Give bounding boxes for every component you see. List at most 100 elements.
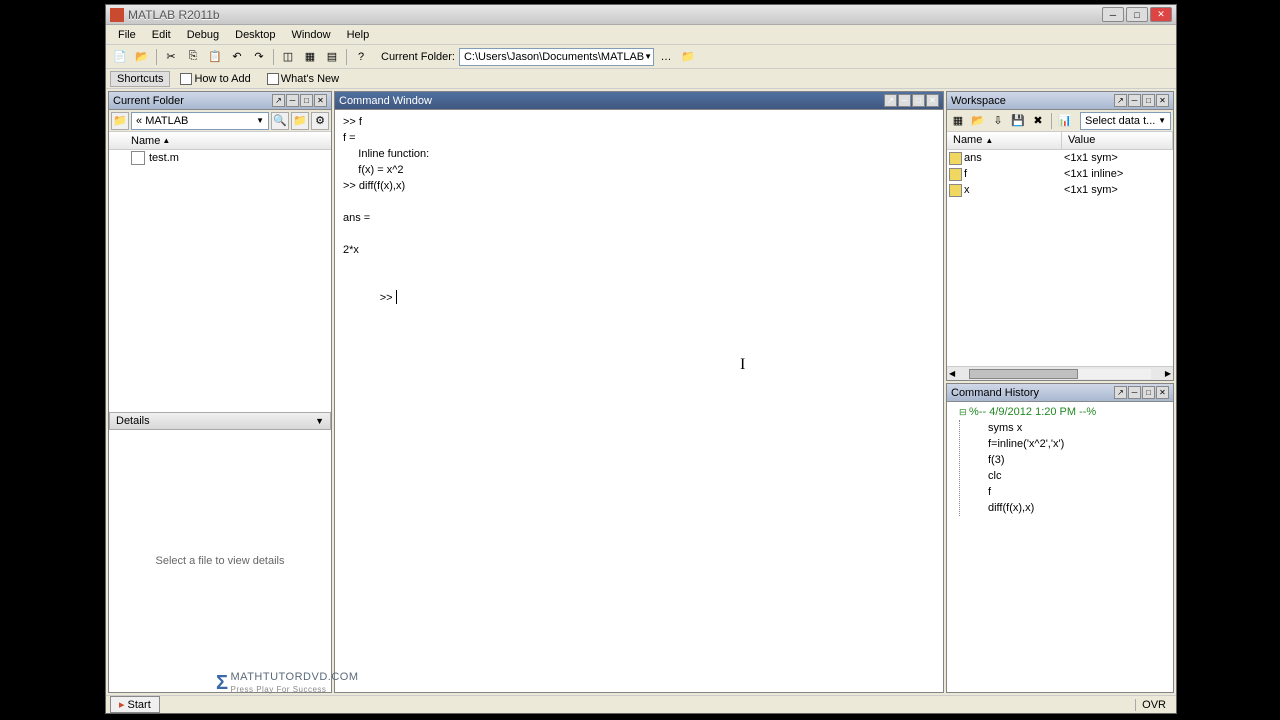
import-icon[interactable]: ⇩ [989, 112, 1007, 130]
workspace-toolbar: ▦ 📂 ⇩ 💾 ✖ 📊 Select data t...▼ [947, 110, 1173, 132]
current-folder-combo[interactable]: C:\Users\Jason\Documents\MATLAB ▼ [459, 48, 654, 66]
current-folder-nav: 📁 « MATLAB ▼ 🔍 📁 ⚙ [109, 110, 331, 132]
new-var-icon[interactable]: ▦ [949, 112, 967, 130]
file-item[interactable]: test.m [109, 150, 331, 166]
text-cursor [396, 290, 397, 304]
minimize-button[interactable]: ─ [1102, 7, 1124, 22]
current-folder-header[interactable]: Current Folder ↗ ─ □ ✕ [109, 92, 331, 110]
history-date[interactable]: ⊟ %-- 4/9/2012 1:20 PM --% [951, 404, 1169, 420]
open-var-icon[interactable]: 📂 [969, 112, 987, 130]
workspace-header[interactable]: Workspace ↗ ─ □ ✕ [947, 92, 1173, 110]
guide-icon[interactable]: ▦ [300, 47, 320, 67]
panel-close-icon[interactable]: ✕ [1156, 386, 1169, 399]
menu-edit[interactable]: Edit [144, 27, 179, 43]
app-window: MATLAB R2011b ─ □ ✕ File Edit Debug Desk… [105, 4, 1177, 714]
panel-min-icon[interactable]: ─ [898, 94, 911, 107]
history-item[interactable]: f [980, 484, 1169, 500]
var-icon [949, 184, 962, 197]
maximize-button[interactable]: □ [1126, 7, 1148, 22]
delete-icon[interactable]: ✖ [1029, 112, 1047, 130]
copy-icon[interactable]: ⎘ [183, 47, 203, 67]
menu-debug[interactable]: Debug [179, 27, 227, 43]
command-history-body: ⊟ %-- 4/9/2012 1:20 PM --% syms x f=inli… [947, 402, 1173, 692]
details-header[interactable]: Details ▼ [109, 412, 331, 430]
current-folder-path: C:\Users\Jason\Documents\MATLAB [464, 51, 644, 63]
main-area: Current Folder ↗ ─ □ ✕ 📁 « MATLAB ▼ 🔍 [106, 89, 1176, 695]
shortcuts-bar: Shortcuts How to Add What's New [106, 69, 1176, 89]
panel-min-icon[interactable]: ─ [286, 94, 299, 107]
shortcuts-label: Shortcuts [110, 71, 170, 87]
simulink-icon[interactable]: ◫ [278, 47, 298, 67]
folder-breadcrumb[interactable]: « MATLAB ▼ [131, 112, 269, 130]
command-window-panel: Command Window ↗ ─ □ ✕ >> f f = Inline f… [334, 91, 944, 693]
open-icon[interactable]: 📂 [132, 47, 152, 67]
command-history-header[interactable]: Command History ↗ ─ □ ✕ [947, 384, 1173, 402]
history-item[interactable]: clc [980, 468, 1169, 484]
folder-icon[interactable]: 📁 [111, 112, 129, 130]
panel-max-icon[interactable]: □ [1142, 386, 1155, 399]
panel-close-icon[interactable]: ✕ [926, 94, 939, 107]
panel-dock-icon[interactable]: ↗ [1114, 94, 1127, 107]
details-body: Select a file to view details [109, 430, 331, 692]
workspace-row[interactable]: ans <1x1 sym> [947, 150, 1173, 166]
history-item[interactable]: f(3) [980, 452, 1169, 468]
panel-min-icon[interactable]: ─ [1128, 386, 1141, 399]
history-item[interactable]: syms x [980, 420, 1169, 436]
browse-folder-icon[interactable]: … [656, 47, 676, 67]
panel-close-icon[interactable]: ✕ [314, 94, 327, 107]
start-button[interactable]: ▸ Start [110, 696, 160, 713]
panel-dock-icon[interactable]: ↗ [884, 94, 897, 107]
plot-icon[interactable]: 📊 [1056, 112, 1074, 130]
workspace-row[interactable]: f <1x1 inline> [947, 166, 1173, 182]
panel-close-icon[interactable]: ✕ [1156, 94, 1169, 107]
search-icon[interactable]: 🔍 [271, 112, 289, 130]
paste-icon[interactable]: 📋 [205, 47, 225, 67]
shortcut-how-to-add[interactable]: How to Add [174, 72, 256, 86]
start-icon: ▸ [119, 698, 125, 711]
ovr-indicator: OVR [1135, 699, 1172, 711]
app-icon [110, 8, 124, 22]
menu-file[interactable]: File [110, 27, 144, 43]
new-folder-icon[interactable]: 📁 [291, 112, 309, 130]
panel-dock-icon[interactable]: ↗ [1114, 386, 1127, 399]
workspace-panel: Workspace ↗ ─ □ ✕ ▦ 📂 ⇩ 💾 ✖ 📊 [946, 91, 1174, 381]
ws-col-value[interactable]: Value [1062, 132, 1173, 149]
history-item[interactable]: diff(f(x),x) [980, 500, 1169, 516]
help-icon[interactable]: ? [351, 47, 371, 67]
save-ws-icon[interactable]: 💾 [1009, 112, 1027, 130]
command-window-header[interactable]: Command Window ↗ ─ □ ✕ [335, 92, 943, 110]
panel-dock-icon[interactable]: ↗ [272, 94, 285, 107]
file-list-header[interactable]: Name▲ [109, 132, 331, 150]
new-script-icon[interactable]: 📄 [110, 47, 130, 67]
panel-max-icon[interactable]: □ [300, 94, 313, 107]
mouse-ibeam-icon: I [740, 356, 745, 374]
redo-icon[interactable]: ↷ [249, 47, 269, 67]
command-history-panel: Command History ↗ ─ □ ✕ ⊟ %-- 4/9/2012 1… [946, 383, 1174, 693]
panel-min-icon[interactable]: ─ [1128, 94, 1141, 107]
command-window-body[interactable]: >> f f = Inline function: f(x) = x^2 >> … [335, 110, 943, 692]
workspace-table-header: Name ▲ Value [947, 132, 1173, 150]
window-title: MATLAB R2011b [128, 8, 1102, 22]
shortcut-whats-new[interactable]: What's New [261, 72, 345, 86]
current-folder-panel: Current Folder ↗ ─ □ ✕ 📁 « MATLAB ▼ 🔍 [108, 91, 332, 693]
workspace-row[interactable]: x <1x1 sym> [947, 182, 1173, 198]
workspace-scrollbar[interactable]: ◀ ▶ [947, 366, 1173, 380]
menubar: File Edit Debug Desktop Window Help [106, 25, 1176, 45]
panel-max-icon[interactable]: □ [1142, 94, 1155, 107]
var-icon [949, 152, 962, 165]
gear-icon[interactable]: ⚙ [311, 112, 329, 130]
menu-desktop[interactable]: Desktop [227, 27, 283, 43]
cut-icon[interactable]: ✂ [161, 47, 181, 67]
up-folder-icon[interactable]: 📁 [678, 47, 698, 67]
menu-window[interactable]: Window [283, 27, 338, 43]
ws-col-name[interactable]: Name ▲ [947, 132, 1062, 149]
close-button[interactable]: ✕ [1150, 7, 1172, 22]
undo-icon[interactable]: ↶ [227, 47, 247, 67]
var-icon [949, 168, 962, 181]
history-item[interactable]: f=inline('x^2','x') [980, 436, 1169, 452]
menu-help[interactable]: Help [339, 27, 378, 43]
profiler-icon[interactable]: ▤ [322, 47, 342, 67]
file-list: test.m [109, 150, 331, 412]
panel-max-icon[interactable]: □ [912, 94, 925, 107]
select-data-combo[interactable]: Select data t...▼ [1080, 112, 1171, 130]
